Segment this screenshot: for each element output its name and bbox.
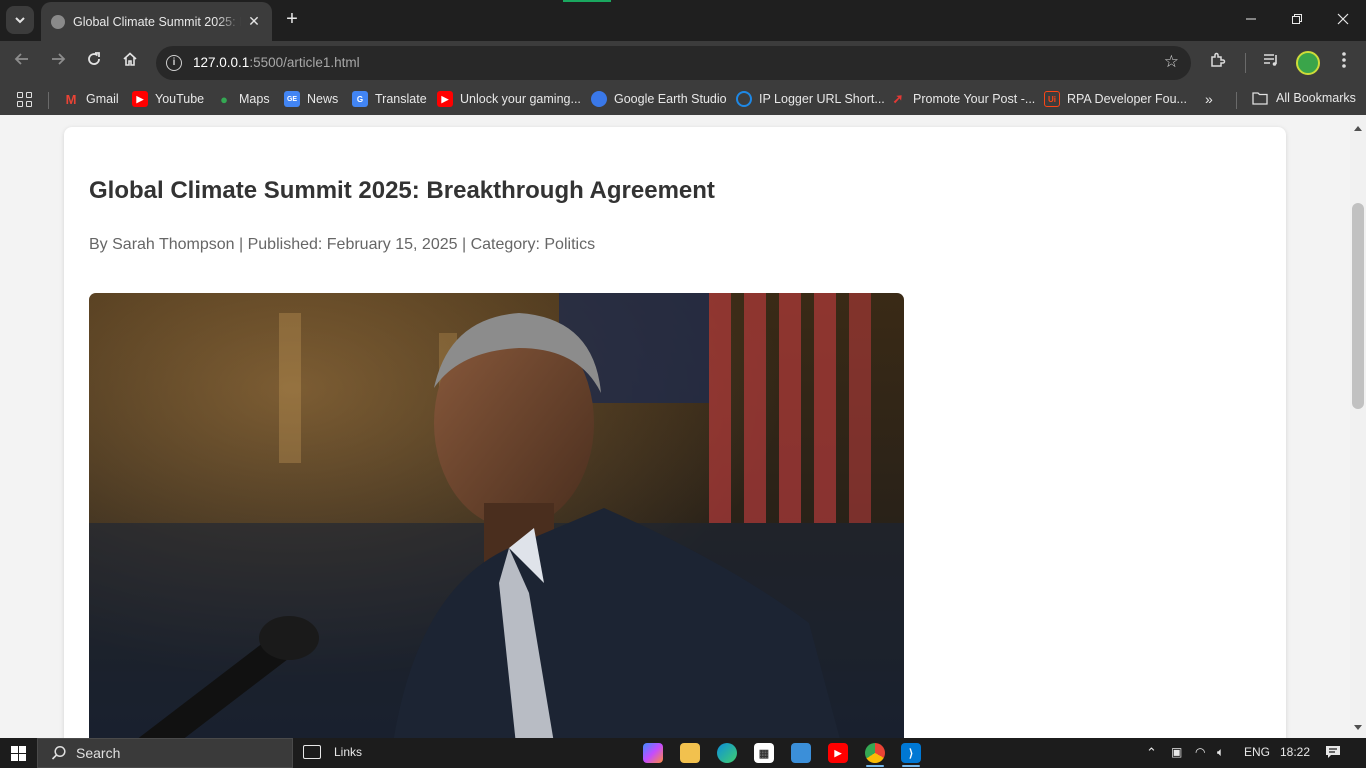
article-card: Global Climate Summit 2025: Breakthrough… [64,127,1286,738]
scrollbar-thumb[interactable] [1352,203,1364,409]
tab-search-button[interactable] [6,6,34,34]
gmail-icon: M [65,91,77,107]
task-view-links[interactable]: Links [303,745,362,759]
more-bookmarks-chevron-icon[interactable]: » [1205,91,1213,107]
minimize-button[interactable] [1236,8,1266,32]
scroll-up-arrow-icon[interactable] [1354,126,1362,131]
page-viewport: Global Climate Summit 2025: Breakthrough… [0,115,1350,738]
home-button[interactable] [117,50,143,76]
scroll-down-arrow-icon[interactable] [1354,725,1362,730]
close-icon [1337,13,1349,25]
article-hero-image [89,293,904,738]
chevron-down-icon [15,17,25,24]
bookmark-ip-logger[interactable]: IP Logger URL Short... [736,91,885,107]
new-tab-button[interactable]: + [281,8,303,32]
youtube-icon: ▶ [132,91,148,107]
bookmark-promote-post[interactable]: ➚ Promote Your Post -... [890,91,1036,107]
uipath-icon: Ui [1044,91,1060,107]
notification-speech-icon [1326,746,1340,758]
windows-start-icon[interactable] [11,746,26,761]
bookmark-rpa-developer[interactable]: Ui RPA Developer Fou... [1044,91,1187,107]
bookmark-youtube[interactable]: ▶ YouTube [132,91,204,107]
microsoft-store-icon[interactable]: ▦ [754,743,774,763]
language-indicator[interactable]: ENG [1244,745,1270,759]
forward-button[interactable] [45,50,71,76]
news-icon: GE [284,91,300,107]
tab-strip: Global Climate Summit 2025: Breakthrough… [0,0,1366,41]
meet-now-icon[interactable]: ▣ [1171,745,1182,759]
queue-music-icon [1264,54,1277,66]
vscode-icon[interactable]: ⟩ [901,743,921,763]
active-tab[interactable]: Global Climate Summit 2025: Breakthrough… [41,2,272,41]
speaker-at-podium-photo [89,293,904,738]
wifi-icon[interactable]: ◠ [1195,745,1205,759]
task-view-icon [303,745,321,759]
toolbar-divider [1245,53,1246,73]
url-text[interactable]: 127.0.0.1:5500/article1.html [193,55,360,70]
reload-icon [88,52,100,65]
close-tab-icon[interactable]: ✕ [246,13,262,30]
article-meta: By Sarah Thompson | Published: February … [89,236,596,253]
restore-button[interactable] [1282,8,1312,32]
notifications-icon[interactable] [1325,745,1341,763]
bookmark-translate[interactable]: G Translate [352,91,427,107]
address-bar[interactable]: i 127.0.0.1:5500/article1.html ☆ [156,46,1191,80]
maps-icon: ● [220,91,228,107]
apps-grid-icon[interactable] [17,92,33,108]
all-bookmarks-folder[interactable]: All Bookmarks [1252,91,1356,105]
reload-button[interactable] [81,50,107,76]
volume-icon[interactable]: 🔈︎ [1217,745,1224,760]
show-hidden-icons-chevron-icon[interactable]: ⌃ [1146,745,1157,761]
restore-icon [1292,14,1302,24]
bookmark-unlock-gaming[interactable]: ▶ Unlock your gaming... [437,91,581,107]
back-button[interactable] [9,50,35,76]
earth-icon [591,91,607,107]
youtube-app-icon[interactable]: ▶ [828,743,848,763]
site-info-icon[interactable]: i [166,55,182,71]
iplogger-icon [736,91,752,107]
windows-taskbar: Search Links ▦ ▶ ⟩ ⌃ ▣ ◠ 🔈︎ ENG 18:22 [0,738,1366,768]
bookmark-star-icon[interactable]: ☆ [1164,52,1179,72]
bookmarks-bar: M Gmail ▶ YouTube ● Maps GE News G Trans… [0,85,1366,115]
extensions-button[interactable] [1206,51,1230,75]
arrow-left-icon [14,53,28,65]
chrome-active-indicator [866,765,884,767]
rocket-icon: ➚ [892,91,904,106]
folder-icon [1252,92,1268,105]
tab-group-indicator [563,0,611,2]
chrome-icon[interactable] [865,743,885,763]
article-headline: Global Climate Summit 2025: Breakthrough… [89,177,715,204]
home-icon [123,52,137,66]
bookmark-gmail[interactable]: M Gmail [63,91,119,107]
tab-title: Global Climate Summit 2025: Breakthrough… [73,14,241,29]
browser-toolbar: i 127.0.0.1:5500/article1.html ☆ [0,41,1366,85]
profile-avatar[interactable] [1296,51,1320,75]
arrow-right-icon [52,53,66,65]
close-window-button[interactable] [1328,8,1358,32]
bookmark-news[interactable]: GE News [284,91,338,107]
puzzle-icon [1211,52,1226,67]
translate-icon: G [352,91,368,107]
file-explorer-icon[interactable] [680,743,700,763]
globe-icon [51,14,65,29]
page-scrollbar[interactable] [1350,115,1366,738]
clock[interactable]: 18:22 [1280,745,1310,759]
bookmarks-divider [48,92,49,109]
menu-button[interactable] [1332,51,1356,75]
copilot-icon[interactable] [643,743,663,763]
edge-icon[interactable] [717,743,737,763]
minimize-icon [1246,18,1256,20]
bookmarks-divider [1236,92,1237,109]
remote-desktop-icon[interactable] [791,743,811,763]
media-control-button[interactable] [1259,51,1283,75]
bookmark-google-earth-studio[interactable]: Google Earth Studio [591,91,727,107]
more-vert-icon [1342,52,1346,68]
youtube-icon: ▶ [437,91,453,107]
bookmark-maps[interactable]: ● Maps [216,91,270,107]
vscode-active-indicator [902,765,920,767]
taskbar-search[interactable]: Search [37,738,293,768]
search-icon [51,745,66,760]
